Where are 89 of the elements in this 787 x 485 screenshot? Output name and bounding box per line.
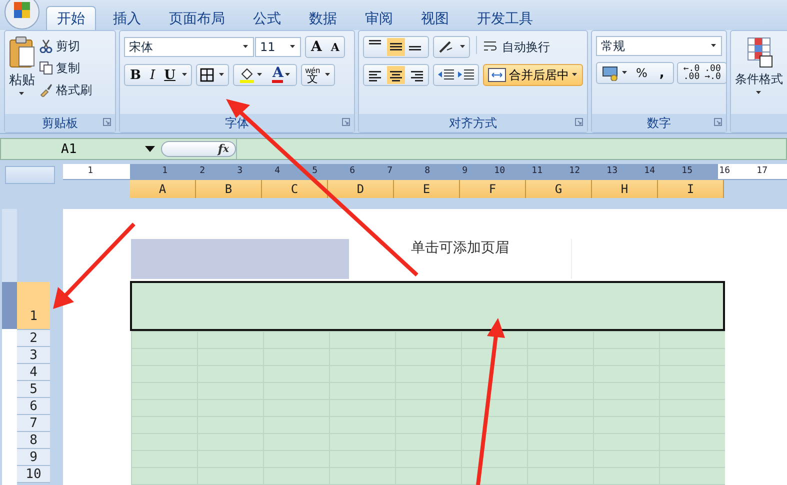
row-header[interactable]: 8	[17, 432, 50, 449]
group-label: 剪贴板	[42, 114, 78, 132]
align-center-icon[interactable]	[387, 66, 405, 84]
row-header[interactable]: 10	[17, 466, 50, 483]
clipboard-button[interactable]: 复制	[39, 58, 92, 78]
row-header[interactable]: 6	[17, 398, 50, 415]
merge-center-button[interactable]: 合并后居中	[483, 64, 583, 86]
group-footer	[731, 114, 787, 132]
caret-icon[interactable]	[182, 73, 188, 77]
angled-text-icon	[437, 40, 455, 54]
horizontal-ruler: 1 1 2 3 4 5 6 7 8 9 10 11 12 13 14 15 16 17	[63, 164, 787, 180]
percent-button[interactable]: %	[634, 63, 650, 83]
ribbon-tab[interactable]: 开始	[46, 6, 96, 30]
caret-icon	[285, 73, 292, 77]
column-header[interactable]: B	[196, 180, 262, 198]
caret-icon	[257, 73, 264, 77]
phonetic-guide-button[interactable]: wén 文	[301, 64, 336, 86]
name-box[interactable]: A1	[1, 139, 141, 159]
dialog-launcher-icon[interactable]	[575, 118, 583, 126]
dialog-launcher-icon[interactable]	[342, 118, 350, 126]
clipboard-button[interactable]: 格式刷	[39, 80, 92, 100]
ribbon-tab[interactable]: 数据	[298, 6, 348, 30]
number-format-dropdown[interactable]: 常规	[596, 36, 722, 56]
grow-font-button[interactable]: A	[309, 37, 324, 57]
money-icon	[602, 65, 620, 81]
row-header[interactable]: 3	[17, 347, 50, 364]
row-header[interactable]: 5	[17, 381, 50, 398]
header-hint[interactable]: 单击可添加页眉	[349, 239, 572, 279]
office-logo-icon[interactable]	[4, 0, 40, 30]
column-header[interactable]: D	[328, 180, 394, 198]
group-label: 字体	[225, 114, 249, 132]
caret-icon	[756, 91, 762, 95]
dialog-launcher-icon[interactable]	[714, 118, 722, 126]
format-brush-icon	[39, 83, 53, 97]
column-header[interactable]: F	[460, 180, 526, 198]
font-name-dropdown[interactable]: 宋体	[124, 37, 254, 57]
wrap-text-button[interactable]: 自动换行	[483, 37, 550, 57]
borders-button[interactable]	[196, 64, 230, 86]
comma-button[interactable]: ,	[653, 63, 670, 83]
caret-icon	[19, 92, 25, 96]
group-label: 数字	[647, 114, 671, 132]
column-header[interactable]: G	[526, 180, 592, 198]
caret-icon	[325, 73, 332, 77]
caret-icon	[711, 44, 717, 48]
ribbon-tab[interactable]: 公式	[242, 6, 292, 30]
italic-button[interactable]: I	[148, 65, 158, 85]
ribbon-tab[interactable]: 审阅	[354, 6, 404, 30]
column-header[interactable]: C	[262, 180, 328, 198]
ribbon-tab[interactable]: 开发工具	[466, 6, 544, 30]
caret-icon	[460, 45, 466, 49]
dialog-launcher-icon[interactable]	[103, 118, 111, 126]
underline-button[interactable]: U	[162, 65, 178, 85]
caret-icon	[572, 73, 578, 77]
column-header[interactable]: I	[658, 180, 724, 198]
increase-indent-icon[interactable]	[457, 68, 475, 82]
row-header[interactable]: 1	[17, 282, 50, 330]
middle-align-icon[interactable]	[387, 38, 405, 56]
paste-button[interactable]: 粘贴	[9, 36, 35, 114]
column-header[interactable]: H	[592, 180, 658, 198]
group-label: 对齐方式	[449, 114, 497, 132]
caret-icon	[219, 73, 226, 77]
orientation-button[interactable]	[433, 36, 470, 58]
bold-button[interactable]: B	[128, 65, 143, 85]
caret-icon	[290, 45, 296, 49]
clipboard-icon	[9, 36, 35, 68]
row-header[interactable]: 7	[17, 415, 50, 432]
ribbon-tab[interactable]: 视图	[410, 6, 460, 30]
row-header[interactable]: 9	[17, 449, 50, 466]
conditional-formatting-button[interactable]: 条件格式	[735, 36, 783, 114]
decrease-decimal-button[interactable]: .00 →.0	[702, 65, 723, 81]
scissors-icon	[39, 39, 53, 53]
caret-icon	[622, 71, 628, 75]
copy-icon	[39, 61, 53, 75]
ribbon-tab[interactable]: 页面布局	[158, 6, 236, 30]
caret-icon[interactable]	[145, 146, 155, 152]
row-header[interactable]: 2	[17, 330, 50, 347]
borders-icon	[200, 68, 214, 82]
paint-bucket-icon	[239, 67, 256, 83]
shrink-font-button[interactable]: A	[328, 37, 342, 57]
column-header[interactable]: E	[394, 180, 460, 198]
clipboard-button[interactable]: 剪切	[39, 36, 92, 56]
caret-icon	[243, 45, 249, 49]
ribbon-tab[interactable]: 插入	[102, 6, 152, 30]
column-header[interactable]: A	[130, 180, 196, 198]
increase-decimal-button[interactable]: ←.0 .00	[681, 65, 702, 81]
decrease-indent-icon[interactable]	[437, 68, 455, 82]
row-header[interactable]: 4	[17, 364, 50, 381]
font-size-dropdown[interactable]: 11	[255, 37, 301, 57]
merge-cells-icon	[488, 68, 506, 82]
